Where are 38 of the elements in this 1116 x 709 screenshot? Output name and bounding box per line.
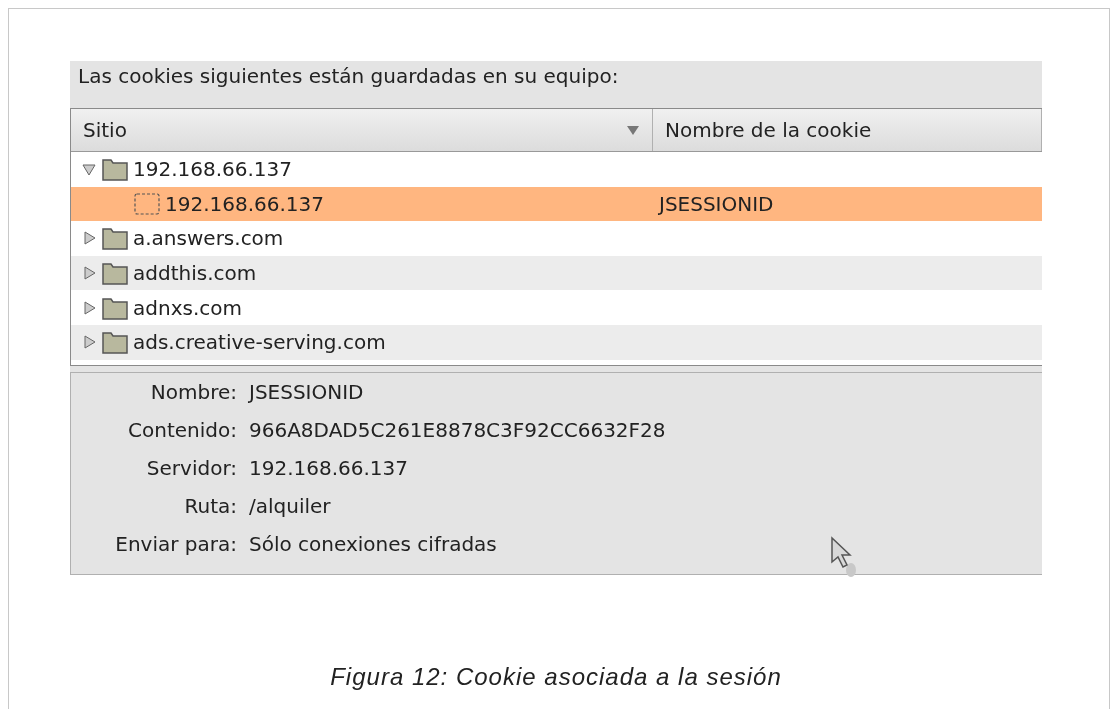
folder-icon: [101, 330, 129, 355]
column-header[interactable]: Sitio: [71, 109, 653, 151]
collapsed-triangle-icon[interactable]: [81, 230, 97, 247]
folder-icon: [101, 226, 129, 251]
column-header[interactable]: Nombre de la cookie: [653, 109, 1042, 151]
site-label: ads.creative-serving.com: [133, 330, 386, 355]
tree-row[interactable]: ads.creative-serving.com: [71, 324, 1042, 360]
cookie-icon: [133, 191, 161, 216]
field-label: Contenido:: [127, 417, 237, 444]
intro-text: Las cookies siguientes están guardadas en su equipo:: [78, 64, 619, 88]
field-value: /alquiler: [249, 493, 331, 520]
field-label: Ruta:: [183, 493, 237, 520]
field-value: Sólo conexiones cifradas: [249, 531, 497, 558]
folder-icon: [101, 157, 129, 182]
folder-icon: [101, 261, 129, 286]
field-value: 966A8DAD5C261E8878C3F92CC6632F28: [249, 417, 666, 444]
tree-row[interactable]: addthis.com: [71, 255, 1042, 291]
site-label: addthis.com: [133, 261, 257, 286]
site-label: 192.168.66.137: [133, 157, 293, 182]
field-value: 192.168.66.137: [249, 455, 409, 482]
collapsed-triangle-icon[interactable]: [81, 265, 97, 282]
tree-row[interactable]: 192.168.66.137 JSESSIONID: [71, 186, 1042, 222]
tree-row[interactable]: adnxs.com: [71, 290, 1042, 325]
folder-icon: [101, 295, 129, 320]
field-label: Enviar para:: [114, 531, 237, 558]
figure-caption: Figura 12: Cookie asociada a la sesión: [330, 663, 782, 690]
site-label: a.answers.com: [133, 226, 284, 251]
tree-row[interactable]: a.answers.com: [71, 221, 1042, 256]
field-label: Servidor:: [145, 455, 237, 482]
field-value: JSESSIONID: [249, 379, 364, 406]
tree-row[interactable]: 192.168.66.137: [71, 152, 1042, 187]
field-label: Nombre:: [149, 379, 237, 406]
site-label: adnxs.com: [133, 295, 242, 320]
collapsed-triangle-icon[interactable]: [81, 299, 97, 316]
collapsed-triangle-icon[interactable]: [81, 334, 97, 351]
site-label: 192.168.66.137: [165, 191, 325, 216]
cookie-name: JSESSIONID: [659, 191, 774, 216]
expanded-triangle-icon[interactable]: [81, 161, 97, 178]
